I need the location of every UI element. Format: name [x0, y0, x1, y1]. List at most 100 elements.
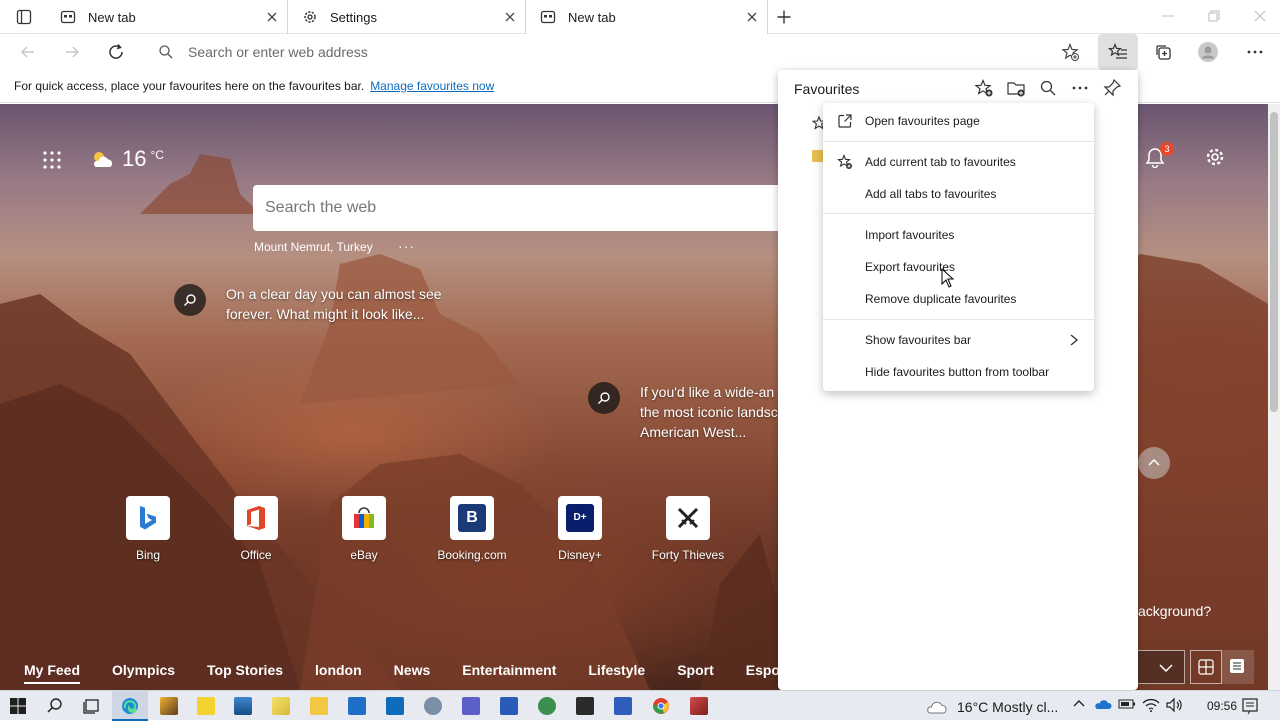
- close-icon[interactable]: [265, 10, 279, 24]
- menu-separator: [823, 141, 1094, 142]
- menu-item-label: Add current tab to favourites: [865, 155, 1016, 169]
- close-icon[interactable]: [745, 10, 759, 24]
- menu-remove-duplicates[interactable]: Remove duplicate favourites: [823, 284, 1094, 314]
- menu-item-label: Add all tabs to favourites: [865, 187, 997, 201]
- booking-glyph: B: [458, 504, 486, 532]
- address-bar[interactable]: Search or enter web address: [150, 36, 1050, 68]
- weather-widget[interactable]: 16 °C: [90, 146, 164, 172]
- computer-app-icon[interactable]: [234, 697, 252, 715]
- battery-icon[interactable]: [1118, 697, 1136, 715]
- tab-settings[interactable]: Settings: [288, 0, 526, 34]
- chevron-up-icon: [1148, 458, 1160, 466]
- menu-import-favourites[interactable]: Import favourites: [823, 220, 1094, 250]
- wifi-icon[interactable]: [1142, 697, 1160, 715]
- quick-link-bing[interactable]: Bing: [98, 496, 198, 562]
- feed-tab-london[interactable]: london: [315, 662, 362, 678]
- taskbar-clock[interactable]: 09:56: [1207, 699, 1237, 713]
- file-explorer-icon[interactable]: [310, 697, 328, 715]
- refresh-icon[interactable]: [106, 42, 126, 62]
- hotspot-1-text: On a clear day you can almost see foreve…: [226, 286, 442, 322]
- search-favourites-icon[interactable]: [1038, 78, 1058, 98]
- menu-show-favourites-bar[interactable]: Show favourites bar: [823, 325, 1094, 355]
- apps-launcher-icon[interactable]: [42, 150, 62, 170]
- hotspot-2-line-3: American West...: [640, 424, 747, 440]
- snip-app-icon[interactable]: [690, 697, 708, 715]
- forward-icon[interactable]: [62, 42, 82, 62]
- task-view-icon[interactable]: [82, 697, 100, 715]
- word-icon[interactable]: [500, 697, 518, 715]
- tools-app-icon[interactable]: [160, 697, 178, 715]
- favourites-button[interactable]: [1098, 34, 1138, 70]
- menu-export-favourites[interactable]: Export favourites: [823, 252, 1094, 282]
- tab-new-tab-2[interactable]: New tab: [526, 0, 768, 34]
- feed-navigation: My Feed Olympics Top Stories london News…: [0, 650, 830, 690]
- quick-link-ebay[interactable]: eBay: [314, 496, 414, 562]
- more-options-icon[interactable]: [1070, 78, 1090, 98]
- chrome-icon[interactable]: [652, 697, 670, 715]
- teams-icon[interactable]: [462, 697, 480, 715]
- cloud-app-icon[interactable]: [424, 697, 442, 715]
- add-favourite-icon[interactable]: [974, 78, 994, 98]
- terminal-icon[interactable]: [576, 697, 594, 715]
- minimize-icon[interactable]: [1160, 8, 1176, 24]
- security-app-icon[interactable]: [614, 697, 632, 715]
- notifications-bell-icon[interactable]: 3: [1144, 142, 1174, 172]
- close-icon[interactable]: [503, 10, 517, 24]
- pin-icon[interactable]: [1102, 78, 1122, 98]
- action-center-icon[interactable]: [1241, 697, 1259, 715]
- outlook-icon[interactable]: [386, 697, 404, 715]
- feed-tab-news[interactable]: News: [394, 662, 431, 678]
- disney-logo-icon: D+: [558, 496, 602, 540]
- taskbar-weather-text[interactable]: 16°C Mostly cl...: [957, 699, 1058, 715]
- menu-add-all-tabs[interactable]: Add all tabs to favourites: [823, 179, 1094, 209]
- weather-cloud-icon[interactable]: [926, 697, 947, 715]
- more-options-icon[interactable]: [1245, 42, 1265, 62]
- menu-hide-favourites-button[interactable]: Hide favourites button from toolbar: [823, 357, 1094, 387]
- web-search-box[interactable]: Search the web: [253, 185, 783, 231]
- collections-icon[interactable]: [1153, 42, 1173, 62]
- volume-icon[interactable]: [1165, 697, 1183, 715]
- remote-desktop-icon[interactable]: [348, 697, 366, 715]
- maps-app-icon[interactable]: [538, 697, 556, 715]
- menu-open-favourites-page[interactable]: Open favourites page: [823, 106, 1094, 136]
- feed-tab-top-stories[interactable]: Top Stories: [207, 662, 283, 678]
- grid-view-icon[interactable]: [1190, 650, 1222, 684]
- add-favourite-icon[interactable]: [1060, 42, 1080, 62]
- list-view-icon[interactable]: [1222, 650, 1254, 684]
- quick-link-office[interactable]: Office: [206, 496, 306, 562]
- profile-avatar[interactable]: [1198, 42, 1218, 62]
- onedrive-icon[interactable]: [1094, 697, 1112, 715]
- hotspot-2[interactable]: If you'd like a wide-an the most iconic …: [588, 382, 778, 442]
- feed-tab-olympics[interactable]: Olympics: [112, 662, 175, 678]
- scroll-up-button[interactable]: [1138, 447, 1170, 479]
- quick-link-label: eBay: [350, 548, 378, 562]
- manage-favourites-link[interactable]: Manage favourites now: [370, 79, 494, 93]
- page-settings-gear-icon[interactable]: [1204, 146, 1226, 168]
- image-location[interactable]: Mount Nemrut, Turkey: [254, 240, 373, 254]
- ruler-app-icon[interactable]: [272, 697, 290, 715]
- feed-tab-sport[interactable]: Sport: [677, 662, 714, 678]
- windows-start-icon[interactable]: [9, 697, 27, 715]
- feed-tab-entertainment[interactable]: Entertainment: [462, 662, 556, 678]
- tab-actions-icon[interactable]: [16, 9, 32, 25]
- image-more-icon[interactable]: ···: [398, 238, 415, 254]
- sticky-notes-icon[interactable]: [197, 697, 215, 715]
- restore-icon[interactable]: [1206, 8, 1222, 24]
- menu-add-current-tab[interactable]: Add current tab to favourites: [823, 147, 1094, 177]
- menu-separator: [823, 213, 1094, 214]
- chevron-up-icon[interactable]: [1072, 697, 1090, 715]
- back-icon[interactable]: [18, 42, 38, 62]
- search-icon[interactable]: [46, 697, 64, 715]
- background-prompt[interactable]: ackground?: [1138, 603, 1211, 619]
- feed-tab-lifestyle[interactable]: Lifestyle: [588, 662, 645, 678]
- add-folder-icon[interactable]: [1006, 78, 1026, 98]
- hotspot-1[interactable]: On a clear day you can almost see foreve…: [174, 284, 464, 324]
- feed-tab-my-feed[interactable]: My Feed: [24, 662, 81, 684]
- quick-link-booking[interactable]: B Booking.com: [422, 496, 522, 562]
- window-close-icon[interactable]: [1252, 8, 1268, 24]
- tab-new-tab-1[interactable]: New tab: [46, 0, 288, 34]
- quick-link-disney[interactable]: D+ Disney+: [530, 496, 630, 562]
- page-scrollbar-thumb[interactable]: [1270, 112, 1278, 412]
- new-tab-plus-icon[interactable]: [776, 9, 792, 25]
- quick-link-forty-thieves[interactable]: Forty Thieves: [638, 496, 738, 562]
